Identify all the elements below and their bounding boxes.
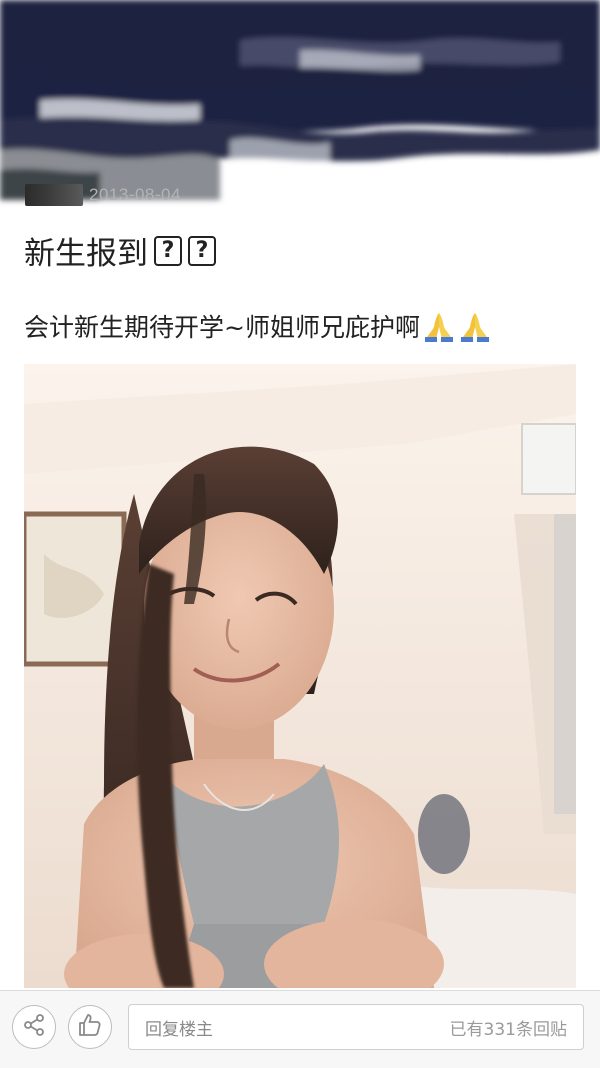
post-date: 2013-08-04 <box>89 185 181 204</box>
share-icon <box>22 1013 46 1041</box>
thumbs-up-icon <box>77 1012 103 1042</box>
unknown-character-glyph: ? <box>154 235 182 266</box>
post-photo[interactable] <box>24 364 576 988</box>
folded-hands-emoji-icon <box>458 309 492 343</box>
reply-count: 已有331条回贴 <box>449 1019 567 1040</box>
post-title-text: 新生报到 <box>24 236 148 272</box>
post-title: 新生报到 ? ? <box>24 228 216 273</box>
bottom-action-bar: 回复楼主 已有331条回贴 <box>0 990 600 1068</box>
post-body: 会计新生期待开学~师姐师兄庇护啊 <box>24 308 492 344</box>
share-button[interactable] <box>12 1005 56 1049</box>
reply-input[interactable]: 回复楼主 已有331条回贴 <box>128 1004 584 1050</box>
post-page: 2013-08-04 新生报到 ? ? 会计新生期待开学~师姐师兄庇护啊 回复楼… <box>0 0 600 1068</box>
reply-placeholder: 回复楼主 <box>145 1019 213 1040</box>
folded-hands-emoji-icon <box>422 309 456 343</box>
like-button[interactable] <box>68 1005 112 1049</box>
post-body-text: 会计新生期待开学~师姐师兄庇护啊 <box>24 313 420 342</box>
post-meta: 2013-08-04 <box>25 182 181 208</box>
redacted-header <box>0 0 600 210</box>
unknown-character-glyph: ? <box>188 235 216 266</box>
redacted-username <box>25 184 83 206</box>
